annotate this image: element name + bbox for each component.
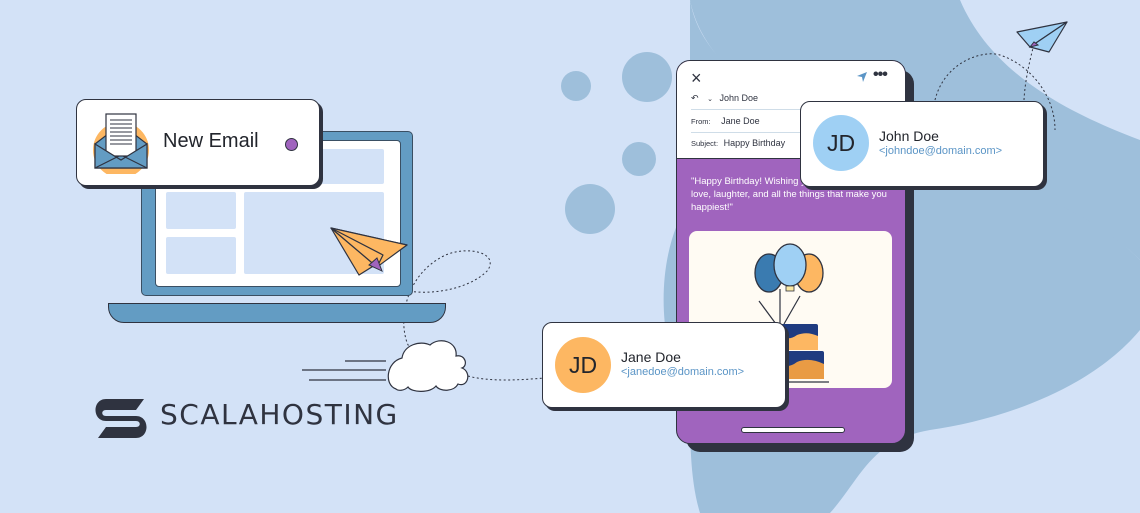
subject-label: Subject:	[691, 139, 719, 148]
more-options-icon[interactable]: •••	[873, 66, 888, 84]
to-name: John Doe	[719, 93, 758, 103]
bubble	[622, 52, 672, 102]
to-row: ↶ ⌄ John Doe	[691, 93, 758, 104]
paper-plane-orange-icon	[330, 227, 408, 276]
home-indicator	[741, 427, 845, 433]
placeholder-tile	[166, 237, 236, 274]
new-email-label: New Email	[163, 130, 259, 152]
close-icon[interactable]: ×	[691, 68, 702, 89]
background-blob-bottom-right	[960, 450, 1140, 513]
chevron-down-icon[interactable]: ⌄	[707, 96, 713, 103]
contact-name: John Doe	[879, 128, 939, 144]
bubble	[622, 142, 656, 176]
unread-indicator-dot	[285, 138, 298, 151]
laptop-base	[108, 303, 446, 323]
bubble	[561, 71, 591, 101]
brand-name: SCALAHOSTING	[160, 398, 399, 431]
avatar: JD	[555, 337, 611, 393]
from-row: From: Jane Doe	[691, 116, 760, 126]
new-email-notification[interactable]: New Email	[76, 99, 320, 186]
contact-email[interactable]: <johndoe@domain.com>	[879, 145, 1002, 157]
placeholder-tile	[166, 192, 236, 229]
from-label: From:	[691, 117, 711, 126]
contact-name: Jane Doe	[621, 349, 681, 365]
send-icon[interactable]	[857, 72, 867, 82]
envelope-letter-icon	[93, 113, 149, 174]
cloud-icon	[387, 340, 469, 392]
bubble	[565, 184, 615, 234]
from-value: Jane Doe	[721, 116, 760, 126]
reply-icon[interactable]: ↶	[691, 93, 699, 103]
avatar: JD	[813, 115, 869, 171]
flight-path-cloud	[467, 375, 546, 381]
contact-email[interactable]: <janedoe@domain.com>	[621, 366, 744, 378]
sender-contact-card[interactable]: JD Jane Doe <janedoe@domain.com>	[542, 322, 786, 408]
recipient-contact-card[interactable]: JD John Doe <johndoe@domain.com>	[800, 101, 1044, 187]
subject-row: Subject: Happy Birthday	[691, 138, 785, 148]
scalahosting-logo-icon	[95, 399, 147, 438]
subject-value: Happy Birthday	[723, 138, 786, 148]
